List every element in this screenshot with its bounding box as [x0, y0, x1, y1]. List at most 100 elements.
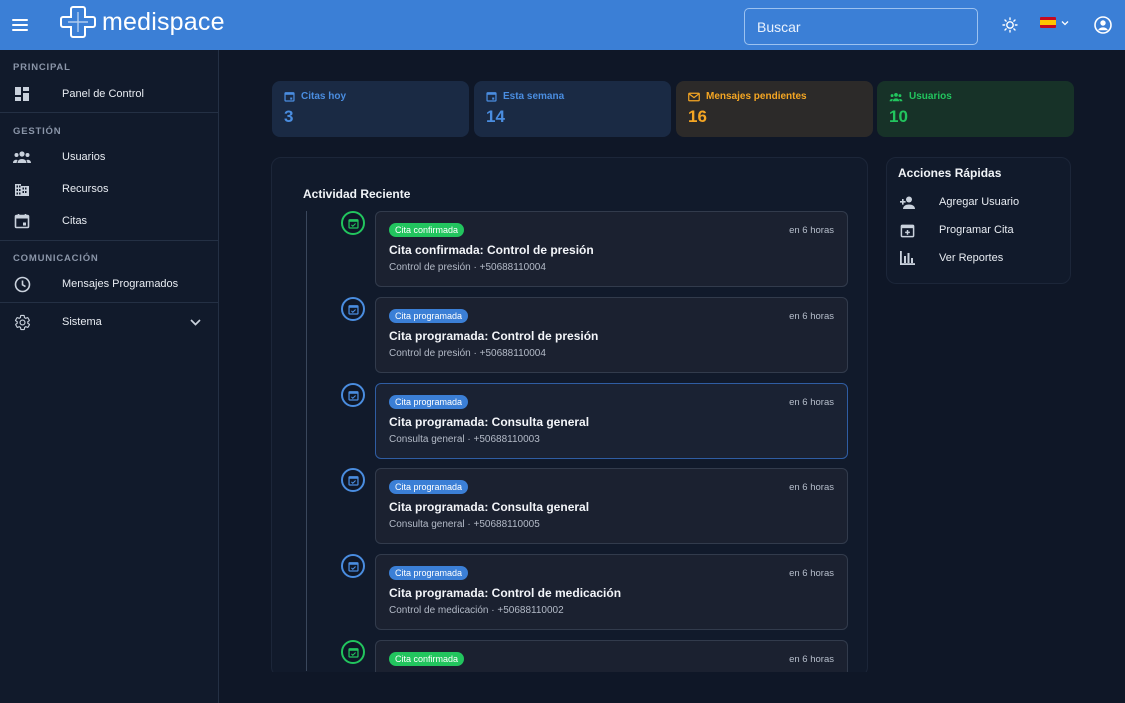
- quick-action-label: Programar Cita: [939, 224, 1014, 236]
- top-bar: medispace: [0, 0, 1125, 50]
- panel-bottom-mask: [272, 672, 867, 703]
- sidebar: PRINCIPAL Panel de Control GESTIÓN Usuar…: [0, 50, 219, 703]
- status-badge: Cita confirmada: [389, 652, 465, 666]
- stat-label: Mensajes pendientes: [706, 91, 807, 102]
- activity-card[interactable]: Cita confirmada en 6 horas: [375, 640, 848, 672]
- calendar-icon: [284, 92, 295, 102]
- quick-action-label: Agregar Usuario: [939, 196, 1020, 208]
- activity-card[interactable]: Cita programada en 6 horas Cita programada…: [375, 468, 848, 544]
- timeline-dot-calendar-icon: [341, 468, 365, 492]
- users-icon: [889, 92, 903, 101]
- activity-title-text: Cita programada: Control de presión: [389, 329, 599, 343]
- stat-label: Citas hoy: [301, 91, 347, 102]
- medical-cross-logo-icon: [60, 6, 96, 38]
- timeline-dot-calendar-icon: [341, 640, 365, 664]
- section-title-comunicacion: COMUNICACIÓN: [13, 253, 99, 264]
- dashboard-icon: [13, 85, 31, 103]
- sidebar-item-mensajes-programados[interactable]: Mensajes Programados: [0, 269, 218, 299]
- theme-toggle-sun-icon[interactable]: [1000, 15, 1020, 35]
- activity-time: en 6 horas: [789, 482, 834, 493]
- stat-label: Esta semana: [503, 91, 565, 102]
- activity-subtitle: Control de medicación · +50688110002: [389, 605, 564, 616]
- section-title-principal: PRINCIPAL: [13, 62, 71, 73]
- activity-time: en 6 horas: [789, 654, 834, 665]
- sidebar-item-sistema[interactable]: Sistema: [0, 307, 218, 337]
- stat-value: 16: [688, 107, 707, 126]
- stat-label: Usuarios: [909, 91, 952, 102]
- sidebar-item-recursos[interactable]: Recursos: [0, 174, 218, 204]
- gear-icon: [13, 313, 31, 331]
- sidebar-item-label: Panel de Control: [62, 88, 144, 100]
- status-badge: Cita programada: [389, 480, 469, 494]
- logo[interactable]: medispace: [60, 4, 225, 40]
- activity-title-text: Cita confirmada: Control de presión: [389, 243, 594, 257]
- add-user-icon: [898, 193, 916, 211]
- stat-card-mensajes-pendientes: Mensajes pendientes 16: [676, 81, 873, 137]
- stat-card-esta-semana: Esta semana 14: [474, 81, 671, 137]
- status-badge: Cita programada: [389, 566, 469, 580]
- activity-title-text: Cita programada: Control de medicación: [389, 586, 622, 600]
- activity-title-text: Cita programada: Consulta general: [389, 500, 590, 514]
- activity-title-text: Cita programada: Consulta general: [389, 415, 590, 429]
- stat-card-usuarios: Usuarios 10: [877, 81, 1074, 137]
- view-reports-button[interactable]: Ver Reportes: [888, 245, 1066, 271]
- spain-flag-icon: [1040, 17, 1056, 28]
- sidebar-item-usuarios[interactable]: Usuarios: [0, 142, 218, 172]
- calendar-add-icon: [898, 221, 916, 239]
- sidebar-item-label: Citas: [62, 215, 88, 227]
- add-user-button[interactable]: Agregar Usuario: [888, 189, 1066, 215]
- activity-title: Actividad Reciente: [303, 187, 411, 201]
- stat-value: 10: [889, 107, 908, 126]
- activity-time: en 6 horas: [789, 311, 834, 322]
- stat-value: 14: [486, 107, 505, 126]
- timeline-line: [306, 211, 307, 671]
- sidebar-item-citas[interactable]: Citas: [0, 206, 218, 236]
- quick-action-label: Ver Reportes: [939, 252, 1004, 264]
- mail-icon: [688, 92, 700, 101]
- activity-card[interactable]: Cita programada en 6 horas Cita programada…: [375, 297, 848, 373]
- app-name: medispace: [102, 7, 225, 36]
- timeline-dot-calendar-icon: [341, 211, 365, 235]
- quick-actions-title: Acciones Rápidas: [898, 166, 1002, 180]
- divider: [0, 112, 218, 113]
- sidebar-item-panel-de-control[interactable]: Panel de Control: [0, 79, 218, 109]
- status-badge: Cita programada: [389, 309, 469, 323]
- activity-subtitle: Control de presión · +50688110004: [389, 262, 546, 273]
- sidebar-item-label: Usuarios: [62, 151, 106, 163]
- section-title-gestion: GESTIÓN: [13, 126, 62, 137]
- stat-value: 3: [284, 107, 294, 126]
- menu-icon[interactable]: [12, 15, 32, 35]
- language-selector[interactable]: [1040, 17, 1069, 28]
- calendar-icon: [13, 212, 31, 230]
- schedule-appointment-button[interactable]: Programar Cita: [888, 217, 1066, 243]
- activity-subtitle: Control de presión · +50688110004: [389, 348, 546, 359]
- status-badge: Cita confirmada: [389, 223, 465, 237]
- activity-time: en 6 horas: [789, 568, 834, 579]
- chevron-down-icon: [1061, 20, 1069, 25]
- activity-card[interactable]: Cita programada en 6 horas Cita programada…: [375, 554, 848, 630]
- activity-subtitle: Consulta general · +50688110003: [389, 434, 540, 445]
- timeline-dot-calendar-icon: [341, 554, 365, 578]
- account-icon[interactable]: [1093, 15, 1113, 35]
- activity-card[interactable]: Cita programada en 6 horas Cita programada…: [375, 383, 848, 459]
- chevron-down-icon: [190, 313, 201, 331]
- calendar-icon: [486, 92, 497, 102]
- divider: [0, 240, 218, 241]
- sidebar-item-label: Recursos: [62, 183, 109, 195]
- sidebar-item-label: Sistema: [62, 316, 102, 328]
- activity-subtitle: Consulta general · +50688110005: [389, 519, 540, 530]
- status-badge: Cita programada: [389, 395, 469, 409]
- search-input[interactable]: [744, 8, 978, 45]
- activity-time: en 6 horas: [789, 397, 834, 408]
- divider: [0, 302, 218, 303]
- stat-card-citas-hoy: Citas hoy 3: [272, 81, 469, 137]
- bar-chart-icon: [898, 249, 916, 267]
- users-icon: [13, 148, 31, 166]
- sidebar-item-label: Mensajes Programados: [62, 278, 179, 290]
- activity-time: en 6 horas: [789, 225, 834, 236]
- timeline-dot-calendar-icon: [341, 297, 365, 321]
- building-icon: [13, 180, 31, 198]
- timeline-dot-calendar-icon: [341, 383, 365, 407]
- clock-icon: [13, 275, 31, 293]
- activity-card[interactable]: Cita confirmada en 6 horas Cita confirmada…: [375, 211, 848, 287]
